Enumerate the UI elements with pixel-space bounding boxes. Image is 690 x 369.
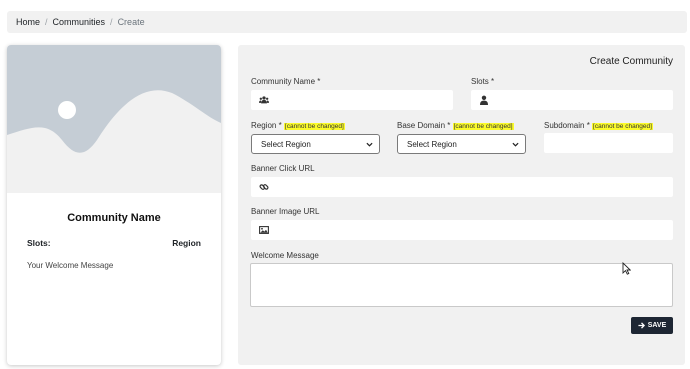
community-name-field[interactable] bbox=[251, 90, 453, 110]
community-preview-card: Community Name Slots: Region Your Welcom… bbox=[7, 45, 221, 365]
preview-community-name: Community Name bbox=[67, 212, 161, 224]
link-icon bbox=[259, 184, 269, 190]
banner-click-url-field[interactable] bbox=[251, 177, 673, 197]
slots-field[interactable] bbox=[471, 90, 673, 110]
base-domain-cannot-change-note: [cannot be changed] bbox=[452, 123, 514, 130]
breadcrumb-current: Create bbox=[117, 17, 145, 27]
base-domain-label: Base Domain * [cannot be changed] bbox=[397, 121, 514, 130]
subdomain-label-text: Subdomain * bbox=[544, 121, 590, 130]
create-community-form: Create Community Community Name * Slots … bbox=[238, 45, 685, 365]
breadcrumb-separator: / bbox=[45, 17, 48, 27]
banner-click-url-label: Banner Click URL bbox=[251, 164, 315, 173]
breadcrumb-separator: / bbox=[110, 17, 113, 27]
slots-label: Slots * bbox=[471, 77, 495, 86]
chevron-down-icon bbox=[512, 142, 519, 147]
base-domain-select[interactable]: Select Region bbox=[397, 134, 526, 154]
breadcrumb: Home / Communities / Create bbox=[7, 11, 687, 33]
arrow-right-icon bbox=[638, 322, 645, 329]
user-icon bbox=[480, 95, 488, 105]
banner-image-url-label: Banner Image URL bbox=[251, 207, 320, 216]
community-name-label: Community Name * bbox=[251, 77, 321, 86]
save-button-label: SAVE bbox=[647, 322, 667, 329]
region-cannot-change-note: [cannot be changed] bbox=[283, 123, 345, 130]
form-title: Create Community bbox=[589, 56, 673, 67]
welcome-message-textarea[interactable] bbox=[250, 263, 673, 307]
users-icon bbox=[259, 96, 269, 104]
mouse-cursor-icon bbox=[622, 262, 631, 275]
region-select-value: Select Region bbox=[261, 139, 311, 149]
subdomain-label: Subdomain * [cannot be changed] bbox=[544, 121, 653, 130]
welcome-message-label: Welcome Message bbox=[251, 251, 319, 260]
breadcrumb-home[interactable]: Home bbox=[16, 17, 40, 27]
region-label: Region * [cannot be changed] bbox=[251, 121, 345, 130]
base-domain-label-text: Base Domain * bbox=[397, 121, 451, 130]
preview-slots: Slots: bbox=[27, 238, 51, 248]
region-select[interactable]: Select Region bbox=[251, 134, 380, 154]
subdomain-field[interactable] bbox=[544, 133, 673, 153]
chevron-down-icon bbox=[366, 142, 373, 147]
preview-welcome-message: Your Welcome Message bbox=[27, 261, 114, 270]
save-button[interactable]: SAVE bbox=[631, 317, 673, 334]
banner-placeholder-image bbox=[7, 45, 221, 193]
image-icon bbox=[259, 226, 269, 234]
breadcrumb-communities[interactable]: Communities bbox=[53, 17, 106, 27]
region-label-text: Region * bbox=[251, 121, 282, 130]
preview-region: Region bbox=[172, 238, 201, 248]
banner-image-url-field[interactable] bbox=[251, 220, 673, 240]
base-domain-select-value: Select Region bbox=[407, 139, 457, 149]
subdomain-cannot-change-note: [cannot be changed] bbox=[592, 123, 653, 130]
